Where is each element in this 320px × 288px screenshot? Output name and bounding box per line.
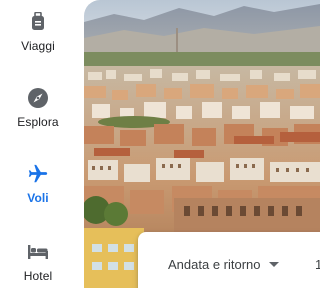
- trip-type-label: Andata e ritorno: [168, 256, 261, 272]
- app-window: Viaggi Esplora Voli Hotel Andata e ritor…: [0, 0, 320, 288]
- caret-down-icon: [268, 261, 279, 267]
- bed-icon: [26, 240, 50, 264]
- compass-icon: [26, 86, 50, 110]
- nav-label-viaggi: Viaggi: [21, 39, 55, 53]
- nav-label-hotel: Hotel: [23, 269, 53, 283]
- trip-type-dropdown[interactable]: Andata e ritorno: [168, 254, 279, 274]
- nav-rail: Viaggi Esplora Voli Hotel: [0, 0, 80, 288]
- suitcase-icon: [26, 10, 50, 34]
- nav-item-voli[interactable]: Voli: [0, 162, 76, 224]
- nav-item-esplora[interactable]: Esplora: [0, 86, 76, 148]
- nav-item-hotel[interactable]: Hotel: [0, 240, 76, 288]
- airplane-icon: [26, 162, 50, 186]
- passengers-dropdown[interactable]: 1: [315, 254, 320, 274]
- nav-label-esplora: Esplora: [17, 115, 59, 129]
- passengers-count: 1: [315, 256, 320, 272]
- nav-item-viaggi[interactable]: Viaggi: [0, 10, 76, 72]
- nav-label-voli: Voli: [27, 191, 49, 205]
- flight-search-card: Andata e ritorno 1: [138, 232, 320, 288]
